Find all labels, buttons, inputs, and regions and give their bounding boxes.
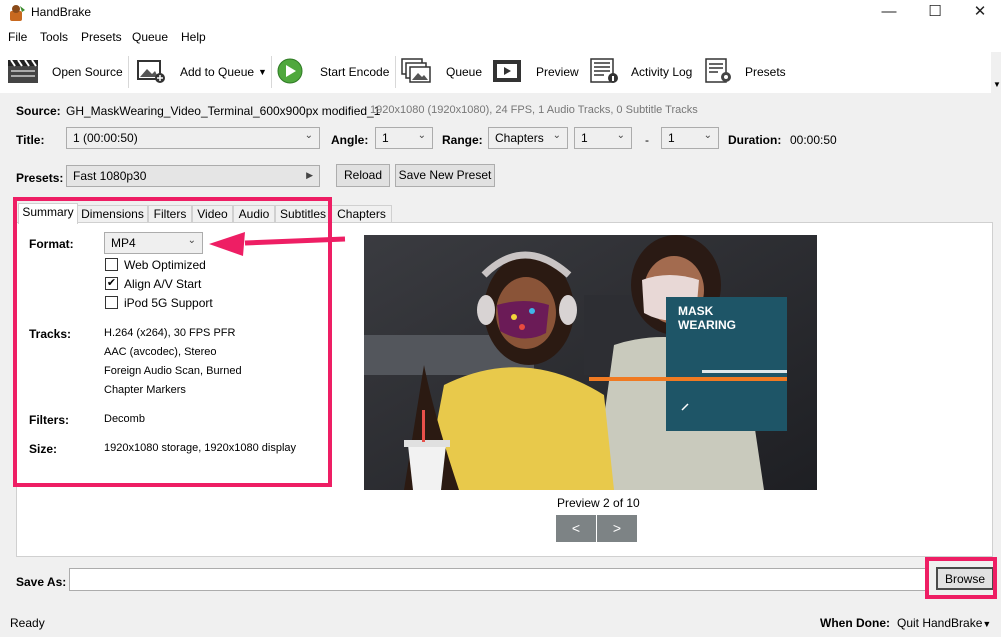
- presets-select[interactable]: Fast 1080p30 ▶: [66, 165, 320, 187]
- preset-value: Fast 1080p30: [73, 169, 147, 183]
- toolbar-divider: [395, 56, 396, 88]
- preview-prev-button[interactable]: <: [556, 515, 596, 542]
- preview-next-button[interactable]: >: [597, 515, 637, 542]
- menu-presets[interactable]: Presets: [81, 30, 122, 44]
- chevron-down-icon[interactable]: ▼: [258, 67, 267, 77]
- title-select[interactable]: 1 (00:00:50) ⌄: [66, 127, 320, 149]
- range-end-value: 1: [668, 131, 675, 145]
- chevron-down-icon: ⌄: [552, 130, 561, 141]
- title-label: Title:: [16, 133, 45, 147]
- menu-queue[interactable]: Queue: [132, 30, 168, 44]
- range-type-value: Chapters: [495, 131, 544, 145]
- presets-gear-icon: [705, 58, 731, 83]
- when-done-dropdown[interactable]: Quit HandBrake▼: [897, 616, 991, 630]
- preview-scene: MASK WEARING: [364, 235, 817, 490]
- maximize-button[interactable]: ☐: [912, 0, 958, 26]
- range-start-value: 1: [581, 131, 588, 145]
- toolbar: Open Source Add to Queue ▼ Start Encode …: [0, 52, 1001, 93]
- film-preview-icon: [493, 60, 521, 82]
- angle-select[interactable]: 1 ⌄: [375, 127, 433, 149]
- save-as-label: Save As:: [16, 575, 67, 589]
- menu-file[interactable]: File: [8, 30, 27, 44]
- start-encode-label: Start Encode: [320, 65, 390, 79]
- chevron-down-icon: ⌄: [703, 130, 712, 141]
- toolbar-divider: [271, 56, 272, 88]
- preview-label: Preview: [536, 65, 579, 79]
- save-new-preset-button[interactable]: Save New Preset: [395, 164, 495, 187]
- presets-label: Presets:: [16, 171, 64, 185]
- reload-button[interactable]: Reload: [336, 164, 390, 187]
- add-to-queue-label: Add to Queue: [180, 65, 255, 79]
- queue-label: Queue: [446, 65, 483, 79]
- preview-caption: Preview 2 of 10: [557, 496, 640, 510]
- chevron-down-icon: ⌄: [304, 130, 313, 141]
- play-icon: [277, 58, 303, 84]
- duration-value: 00:00:50: [790, 133, 837, 147]
- overlay-title-line1: MASK: [678, 304, 714, 318]
- tab-chapters[interactable]: Chapters: [331, 205, 392, 223]
- toolbar-divider: [128, 56, 129, 88]
- when-done-label: When Done:: [820, 616, 890, 630]
- highlight-arrow-icon: [209, 232, 346, 256]
- activity-log-label: Activity Log: [631, 65, 693, 79]
- chevron-down-icon: ▼: [982, 619, 992, 629]
- angle-value: 1: [382, 131, 389, 145]
- clapperboard-icon: [8, 59, 38, 83]
- range-dash: -: [645, 133, 649, 147]
- angle-label: Angle:: [331, 133, 369, 147]
- title-bar: HandBrake — ☐ ✕: [0, 0, 1001, 26]
- chevron-down-icon: ⌄: [616, 130, 625, 141]
- save-as-input[interactable]: [69, 568, 928, 591]
- activity-log-icon: [590, 58, 618, 83]
- source-name: GH_MaskWearing_Video_Terminal_600x900px …: [66, 104, 381, 118]
- chevron-down-icon: ⌄: [417, 130, 426, 141]
- status-text: Ready: [10, 616, 45, 630]
- add-image-icon: [137, 60, 165, 83]
- window-title: HandBrake: [31, 5, 92, 19]
- range-type-select[interactable]: Chapters ⌄: [488, 127, 568, 149]
- range-label: Range:: [442, 133, 483, 147]
- queue-stack-icon: [401, 58, 431, 83]
- toolbar-overflow[interactable]: ▼: [991, 52, 1001, 93]
- preview-image: MASK WEARING: [364, 235, 817, 490]
- status-bar: Ready When Done: Quit HandBrake▼: [0, 607, 1001, 637]
- tab-summary[interactable]: Summary: [18, 203, 78, 224]
- handbrake-logo-icon: [10, 5, 25, 21]
- duration-label: Duration:: [728, 133, 782, 147]
- menu-tools[interactable]: Tools: [40, 30, 68, 44]
- close-button[interactable]: ✕: [957, 0, 1001, 26]
- range-start-select[interactable]: 1 ⌄: [574, 127, 632, 149]
- overlay-title-line2: WEARING: [678, 318, 736, 332]
- chevron-right-icon: ▶: [306, 170, 313, 180]
- overflow-chevron-icon: ▼: [993, 80, 1001, 89]
- open-source-label: Open Source: [52, 65, 123, 79]
- when-done-value: Quit HandBrake: [897, 616, 983, 630]
- minimize-button[interactable]: —: [866, 0, 912, 26]
- menu-help[interactable]: Help: [181, 30, 206, 44]
- highlight-box-browse: [925, 557, 997, 599]
- range-end-select[interactable]: 1 ⌄: [661, 127, 719, 149]
- source-label: Source:: [16, 104, 61, 118]
- presets-label: Presets: [745, 65, 786, 79]
- source-info: 1920x1080 (1920x1080), 24 FPS, 1 Audio T…: [370, 104, 698, 116]
- title-value: 1 (00:00:50): [73, 131, 138, 145]
